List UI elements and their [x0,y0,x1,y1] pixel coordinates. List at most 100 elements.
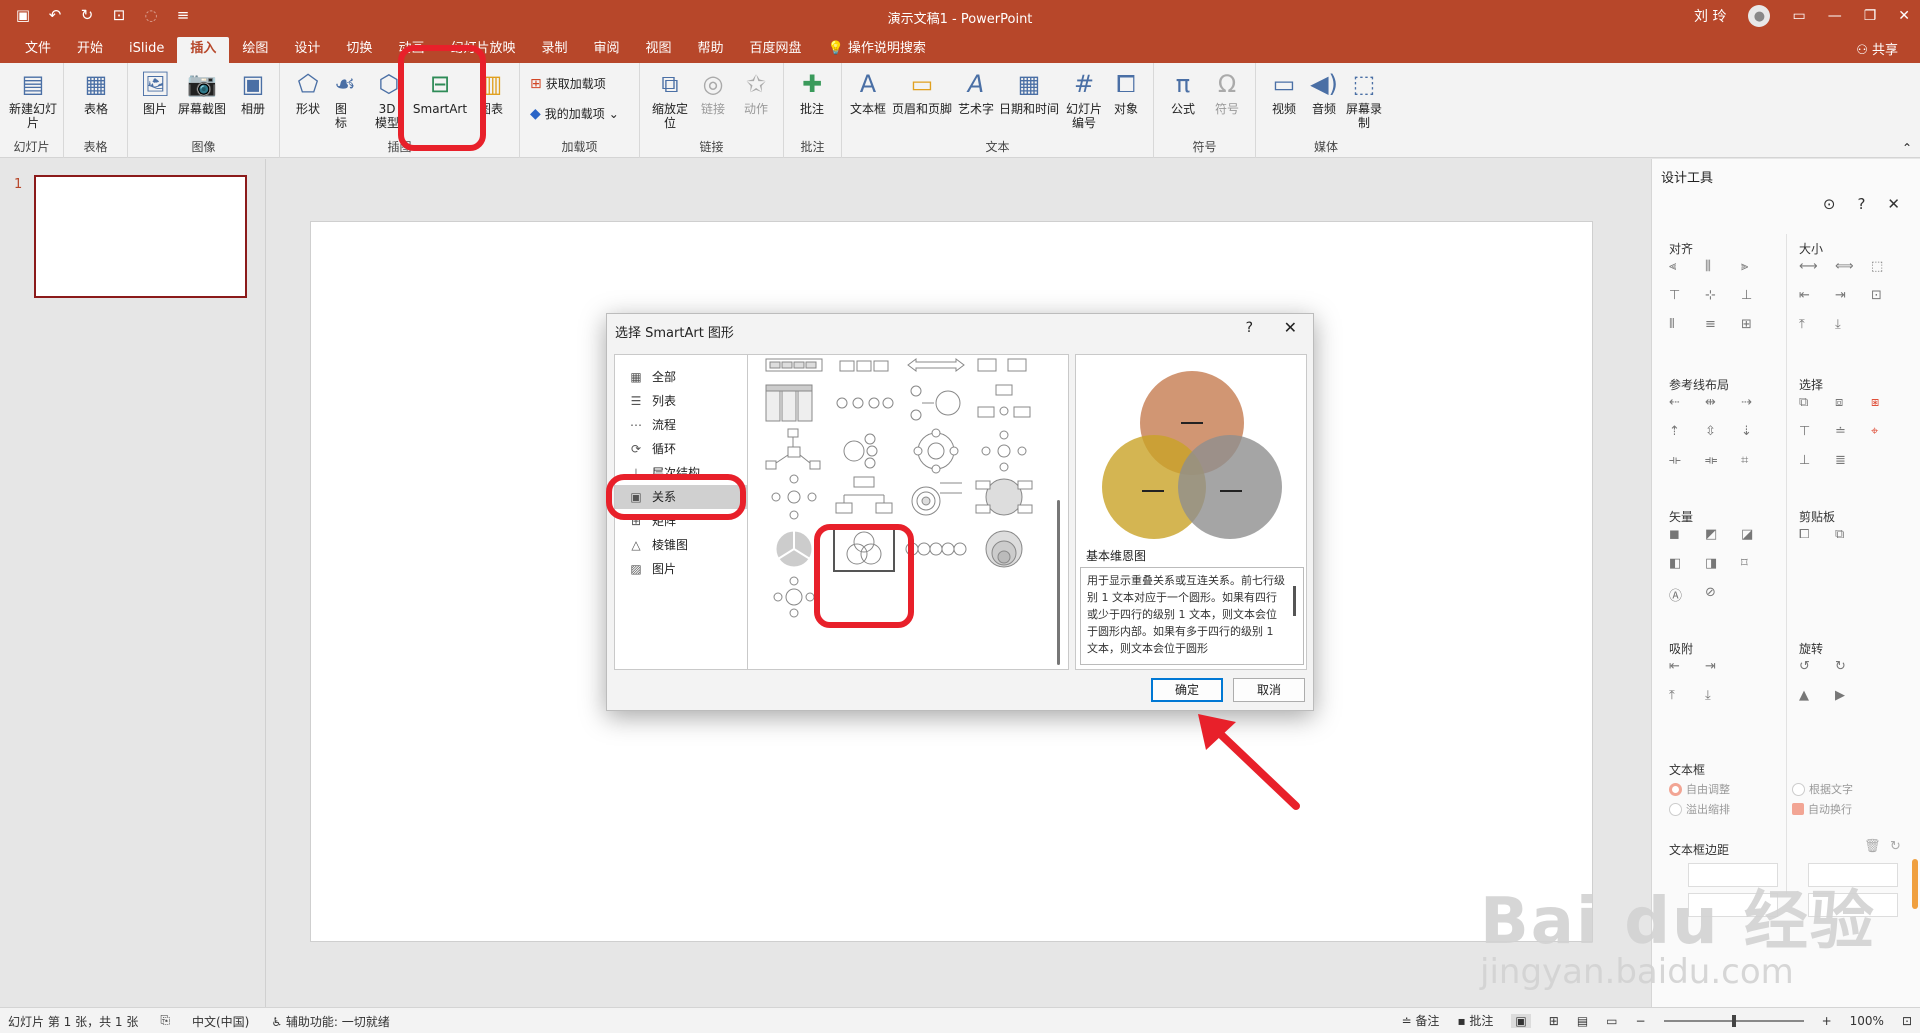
close-icon[interactable]: ✕ [1898,8,1910,24]
guide-frame-icon[interactable]: ⌗ [1741,453,1777,468]
select-top-icon[interactable]: ⊤ [1799,424,1835,439]
category-all[interactable]: ▦ 全部 [615,365,747,389]
layout-thumbnail[interactable] [904,379,968,427]
video-button[interactable]: ▭ 视频 [1266,69,1302,116]
tab-help[interactable]: 帮助 [685,37,737,63]
tab-islide[interactable]: iSlide [116,37,177,63]
tab-draw[interactable]: 绘图 [229,37,281,63]
category-process[interactable]: ⋯ 流程 [615,413,747,437]
copy-icon[interactable]: ⧠ [1799,527,1835,542]
icons-button[interactable]: ☙ 图标 [330,69,356,130]
combine-icon[interactable]: ◩ [1705,527,1741,542]
auto-wrap-option[interactable]: 自动换行 [1792,801,1852,817]
snap-right-icon[interactable]: ⇥ [1705,659,1741,674]
restore-icon[interactable]: ❐ [1864,8,1877,24]
new-slide-button[interactable]: ▤ 新建幻灯片 [6,69,60,130]
3d-model-button[interactable]: ⬡ 3D 模型 [374,69,400,130]
select-layer-icon[interactable]: ≐ [1835,424,1871,439]
align-bottom-icon[interactable]: ⊥ [1741,288,1777,303]
comments-button[interactable]: ▪ 批注 [1457,1012,1493,1029]
audio-button[interactable]: ◀) 音频 [1308,69,1340,116]
zoom-in-icon[interactable]: + [1822,1014,1832,1028]
tab-review[interactable]: 审阅 [580,37,632,63]
spell-check-icon[interactable]: ⎘ [160,1013,170,1030]
flip-vertical-icon[interactable]: ▲ [1799,688,1835,703]
guide-bottom-icon[interactable]: ⇣ [1741,424,1777,439]
select-invert-icon[interactable]: ⧆ [1871,395,1907,410]
guide-left-icon[interactable]: ⇠ [1669,395,1705,410]
my-addins-button[interactable]: ◆ 我的加载项 ⌄ [530,105,619,122]
slide-sorter-icon[interactable]: ⊞ [1549,1014,1559,1028]
share-button[interactable]: ⚇ 共享 [1856,39,1898,58]
slide-thumbnail[interactable] [34,175,247,298]
fit-icon[interactable]: ⊡ [1871,288,1907,303]
collapse-ribbon-icon[interactable]: ⌃ [1902,141,1912,155]
category-pyramid[interactable]: △ 棱锥图 [615,533,747,557]
distribute-v-icon[interactable]: ≡ [1705,317,1741,332]
align-center-icon[interactable]: ⫼ [1705,259,1741,274]
align-top-icon[interactable]: ⊤ [1669,288,1705,303]
layout-thumbnail[interactable] [972,427,1036,475]
album-button[interactable]: ▣ 相册 [232,69,274,116]
reset-icon[interactable]: ↻ [1890,839,1901,854]
guide-middle-icon[interactable]: ⇳ [1705,424,1741,439]
minimize-icon[interactable]: — [1828,8,1842,24]
select-pointer-icon[interactable]: ⌖ [1871,424,1907,439]
stretch-right-icon[interactable]: ⇥ [1835,288,1871,303]
select-similar-icon[interactable]: ⧈ [1835,395,1871,410]
snap-top-icon[interactable]: ⤒ [1669,688,1705,703]
tab-baidu-pan[interactable]: 百度网盘 [737,37,815,63]
paste-icon[interactable]: ⧉ [1835,527,1871,542]
guide-hspace-icon[interactable]: ⟛ [1669,453,1705,468]
fragment-icon[interactable]: ◪ [1741,527,1777,542]
flip-horizontal-icon[interactable]: ▶ [1835,688,1871,703]
symbol-button[interactable]: Ω 符号 [1210,69,1244,116]
layout-thumbnail[interactable] [762,427,826,475]
rotate-right-icon[interactable]: ↻ [1835,659,1871,674]
same-width-icon[interactable]: ⟷ [1799,259,1835,274]
stretch-bottom-icon[interactable]: ⤓ [1835,317,1871,332]
zoom-out-icon[interactable]: − [1636,1014,1646,1028]
distribute-grid-icon[interactable]: ⊞ [1741,317,1777,332]
layout-thumbnail[interactable] [904,427,968,475]
get-addins-button[interactable]: ⊞ 获取加载项 [530,75,606,92]
guide-right-icon[interactable]: ⇢ [1741,395,1777,410]
slide-number-button[interactable]: # 幻灯片编号 [1064,69,1104,130]
user-name[interactable]: 刘 玲 [1694,6,1726,26]
tell-me-search[interactable]: 💡 操作说明搜索 [815,37,939,63]
textbox-button[interactable]: A 文本框 [848,69,888,116]
pane-scrollbar[interactable] [1912,859,1918,909]
rotate-left-icon[interactable]: ↺ [1799,659,1835,674]
layout-thumbnail[interactable] [832,379,896,427]
help-icon[interactable]: ? [1246,320,1253,336]
same-size-icon[interactable]: ⬚ [1871,259,1907,274]
tab-insert[interactable]: 插入 [177,37,230,63]
tab-design[interactable]: 设计 [281,37,333,63]
reading-view-icon[interactable]: ▤ [1577,1014,1588,1028]
layout-thumbnail[interactable] [832,427,896,475]
avatar[interactable]: ● [1748,5,1771,27]
distribute-h-icon[interactable]: ⦀ [1669,317,1705,332]
notes-button[interactable]: ≐ 备注 [1402,1012,1440,1029]
overflow-shrink-option[interactable]: 溢出缩排 [1669,801,1730,817]
fit-text-option[interactable]: 根据文字 [1792,781,1853,797]
intersect-icon[interactable]: ◧ [1669,556,1705,571]
wordart-button[interactable]: A 艺术字 [956,69,996,116]
guide-vspace-icon[interactable]: ⟚ [1705,453,1741,468]
tab-transitions[interactable]: 切换 [333,37,385,63]
layout-thumbnail[interactable] [832,473,896,521]
guide-top-icon[interactable]: ⇡ [1669,424,1705,439]
snap-left-icon[interactable]: ⇤ [1669,659,1705,674]
select-stack-icon[interactable]: ≣ [1835,453,1871,468]
close-icon[interactable]: ✕ [1284,318,1297,337]
ok-button[interactable]: 确定 [1151,678,1223,702]
edit-points-icon[interactable]: ⌑ [1741,556,1777,571]
language-indicator[interactable]: 中文(中国) [192,1013,249,1030]
table-button[interactable]: ▦ 表格 [70,69,122,116]
normal-view-icon[interactable]: ▣ [1511,1013,1531,1028]
cancel-button[interactable]: 取消 [1233,678,1305,702]
help-icon[interactable]: ? [1857,195,1865,213]
link-button[interactable]: ◎ 链接 [696,69,730,116]
shapes-button[interactable]: ⬠ 形状 [290,69,326,116]
ribbon-display-icon[interactable]: ▭ [1792,8,1805,24]
